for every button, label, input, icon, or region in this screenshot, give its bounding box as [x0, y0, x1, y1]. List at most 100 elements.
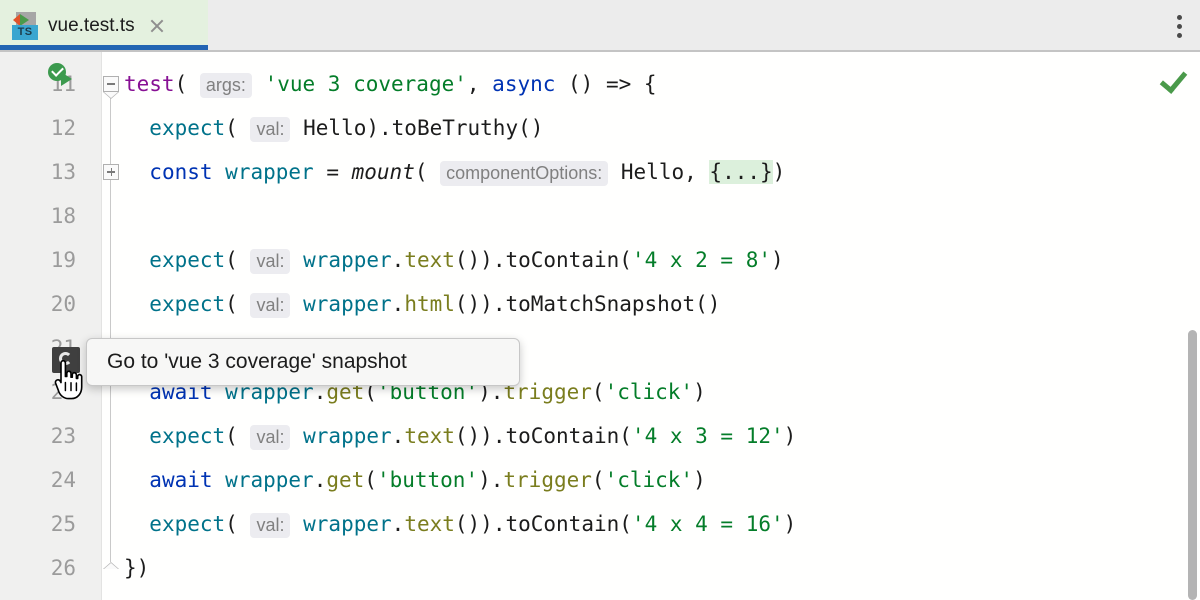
code-token: html — [404, 292, 455, 316]
code-token: ). — [478, 468, 504, 492]
code-token: ( — [619, 424, 632, 448]
line-number: 26 — [50, 556, 76, 580]
code-token: wrapper — [225, 160, 314, 184]
code-line-text: const wrapper = mount( componentOptions:… — [124, 150, 785, 195]
code-token: toMatchSnapshot — [505, 292, 696, 316]
code-token: text — [404, 248, 455, 272]
code-token: text — [404, 424, 455, 448]
code-token: args: — [199, 73, 252, 98]
code-token: }) — [124, 556, 150, 580]
snapshot-gutter-icon[interactable] — [52, 347, 80, 373]
code-line[interactable]: 11 test( args: 'vue 3 coverage', async ()… — [0, 62, 1200, 106]
fold-region-start-marker-inner — [104, 92, 118, 98]
line-number: 19 — [50, 248, 76, 272]
code-line[interactable]: 18 — [0, 194, 1200, 238]
line-number: 24 — [50, 468, 76, 492]
code-token: ()). — [454, 248, 506, 272]
code-token: ) — [772, 160, 786, 184]
code-token: ( — [619, 248, 632, 272]
code-line[interactable]: 25 expect( val: wrapper.text()).toContai… — [0, 502, 1200, 546]
close-icon[interactable] — [147, 16, 167, 36]
code-token: const — [149, 160, 213, 184]
code-line[interactable]: 19 expect( val: wrapper.text()).toContai… — [0, 238, 1200, 282]
more-vertical-icon[interactable] — [1166, 8, 1192, 44]
code-token: val: — [250, 425, 291, 450]
code-token: . — [391, 248, 405, 272]
code-token: ( — [174, 72, 188, 96]
code-token: wrapper — [303, 512, 392, 536]
code-token: Hello — [303, 116, 367, 140]
code-token: expect — [149, 248, 226, 272]
code-token: expect — [149, 292, 226, 316]
line-number: 22 — [50, 380, 76, 404]
code-token: = — [313, 160, 352, 184]
code-line[interactable]: 26}) — [0, 546, 1200, 590]
code-token: text — [404, 512, 455, 536]
code-line-text: expect( val: Hello).toBeTruthy() — [124, 106, 543, 151]
code-line-text: await wrapper.get('button').trigger('cli… — [124, 458, 705, 502]
code-token: test — [124, 72, 175, 96]
run-test-success-icon[interactable] — [48, 63, 74, 87]
code-token: . — [313, 468, 327, 492]
code-token: ( — [364, 468, 377, 492]
editor-scrollbar[interactable] — [1186, 52, 1200, 600]
code-token: ()). — [454, 424, 506, 448]
gutter-tooltip: Go to 'vue 3 coverage' snapshot — [86, 338, 520, 386]
code-token: componentOptions: — [440, 161, 609, 186]
code-token: ) — [693, 380, 706, 404]
code-token: ()). — [454, 512, 506, 536]
code-token: 'vue 3 coverage' — [264, 72, 467, 96]
green-checkmark-icon[interactable] — [1158, 65, 1188, 96]
code-line[interactable]: 12 expect( val: Hello).toBeTruthy() — [0, 106, 1200, 150]
line-number: 18 — [50, 204, 76, 228]
code-token: ). — [366, 116, 392, 140]
code-token: wrapper — [303, 424, 392, 448]
line-number: 12 — [50, 116, 76, 140]
line-number: 25 — [50, 512, 76, 536]
code-token: ( — [225, 248, 238, 272]
code-line-text: }) — [124, 546, 149, 590]
line-number: 23 — [50, 424, 76, 448]
code-token: mount — [351, 160, 415, 184]
code-token: ()). — [454, 292, 506, 316]
code-token: Hello — [620, 160, 685, 184]
code-line[interactable]: 24 await wrapper.get('button').trigger('… — [0, 458, 1200, 502]
code-token: () — [695, 292, 721, 316]
code-token: val: — [250, 249, 291, 274]
code-token: val: — [250, 293, 291, 318]
code-token: val: — [250, 513, 291, 538]
code-token: ( — [225, 116, 238, 140]
code-line[interactable]: 13 const wrapper = mount( componentOptio… — [0, 150, 1200, 194]
code-token: . — [391, 424, 405, 448]
code-token: ) — [783, 424, 797, 448]
code-line-text: test( args: 'vue 3 coverage', async () =… — [124, 62, 657, 107]
typescript-test-file-icon: TS — [12, 11, 38, 41]
scrollbar-thumb[interactable] — [1188, 330, 1197, 600]
code-token: toContain — [505, 424, 620, 448]
code-editor-area[interactable]: 11 test( args: 'vue 3 coverage', async ()… — [0, 52, 1200, 600]
code-token: trigger — [503, 468, 592, 492]
code-line[interactable]: 20 expect( val: wrapper.html()).toMatchS… — [0, 282, 1200, 326]
line-number: 13 — [50, 160, 76, 184]
code-token: ( — [591, 468, 605, 492]
code-token: . — [391, 292, 405, 316]
code-token: ( — [225, 292, 238, 316]
ts-badge-label: TS — [12, 25, 38, 40]
code-token: toContain — [505, 248, 620, 272]
fold-collapse-icon[interactable] — [103, 76, 119, 92]
code-line[interactable]: 23 expect( val: wrapper.text()).toContai… — [0, 414, 1200, 458]
fold-expand-icon[interactable] — [103, 164, 119, 180]
code-token: toBeTruthy — [391, 116, 519, 140]
